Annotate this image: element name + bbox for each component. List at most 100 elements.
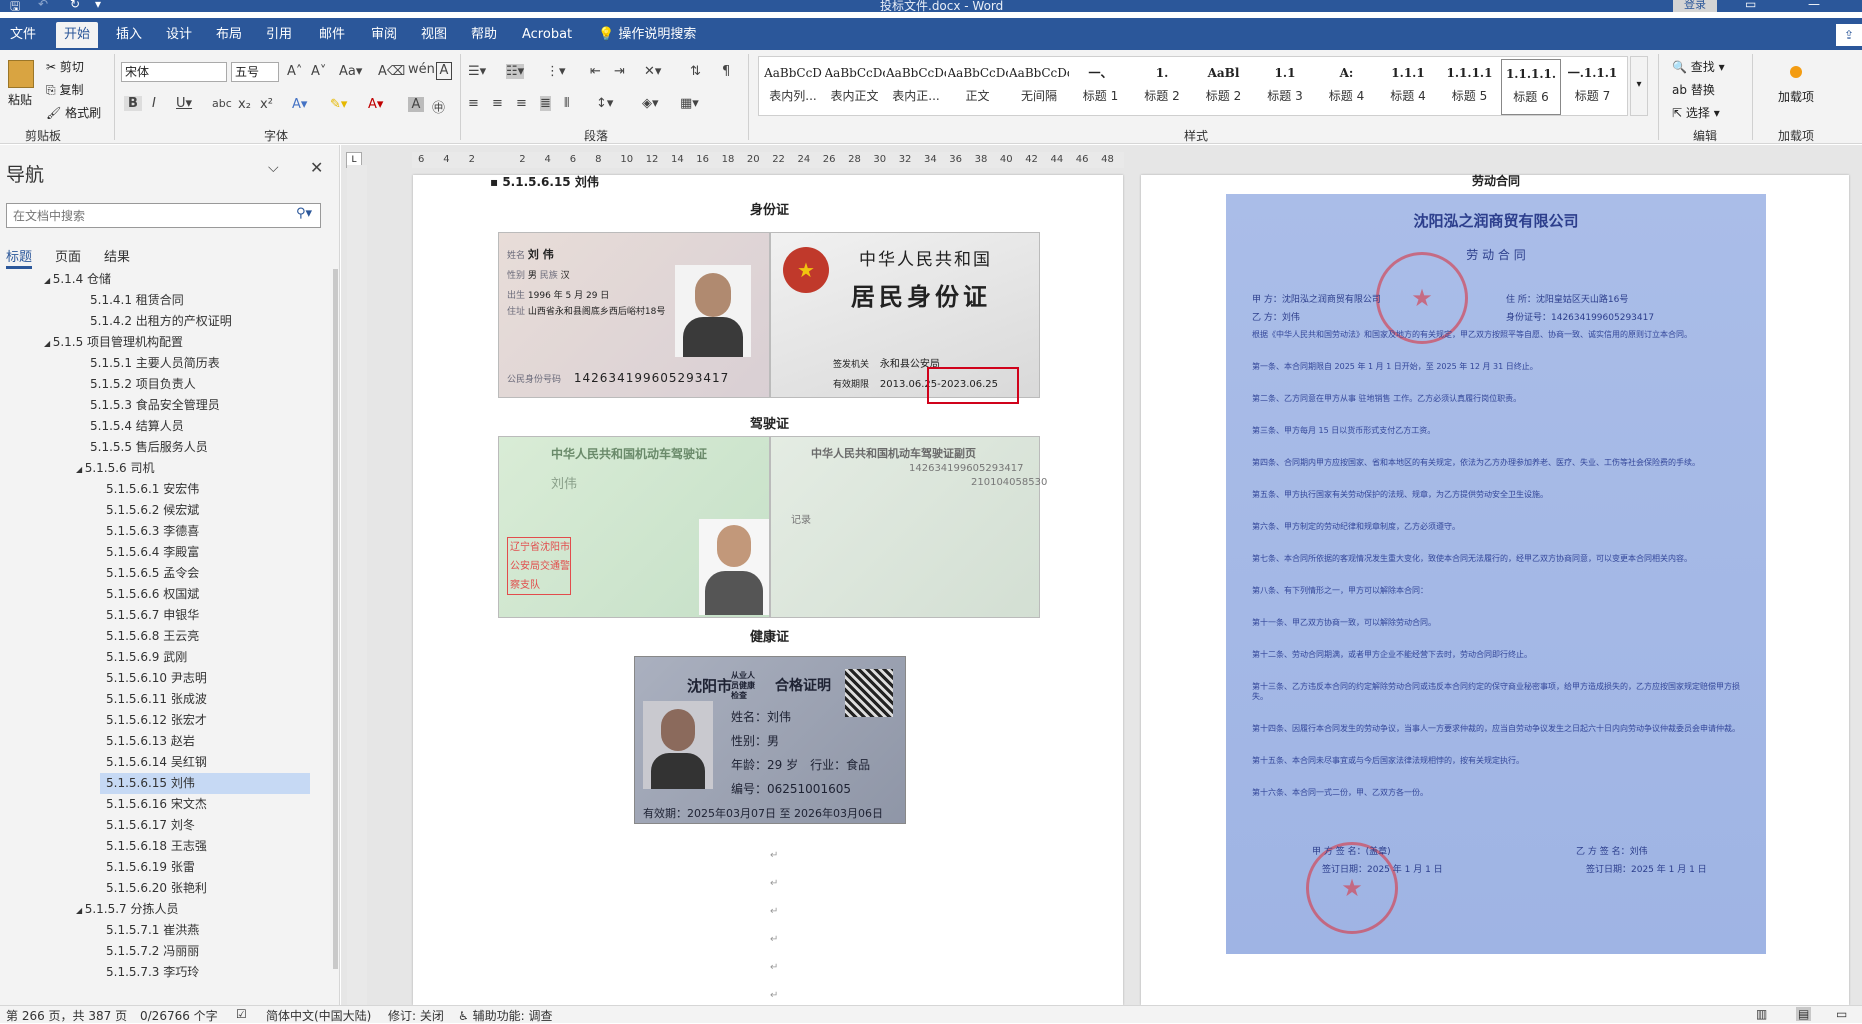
- tab-home[interactable]: 开始: [56, 22, 99, 48]
- nav-heading-item[interactable]: ◢ 5.1.5.6 司机: [0, 458, 330, 479]
- nav-heading-item[interactable]: 5.1.5.6.11 张成波: [0, 689, 330, 710]
- nav-heading-item[interactable]: 5.1.5.5 售后服务人员: [0, 437, 330, 458]
- horizontal-ruler[interactable]: 6 4 2 2 4 6 8 10 12 14 16 18 20 22 24 26 28 30 32 34 36 38 40 4…: [412, 152, 1124, 168]
- find-button[interactable]: 🔍 查找 ▾: [1672, 58, 1725, 75]
- nav-options-icon[interactable]: ⌵: [268, 160, 279, 176]
- clear-format-icon[interactable]: A⌫: [378, 64, 405, 79]
- nav-heading-item[interactable]: 5.1.5.6.17 刘冬: [0, 815, 330, 836]
- increase-indent-icon[interactable]: ⇥: [614, 64, 625, 79]
- bold-icon[interactable]: B: [124, 96, 142, 111]
- paste-icon[interactable]: [8, 60, 34, 88]
- highlight-icon[interactable]: ✎▾: [330, 97, 347, 112]
- tab-review[interactable]: 审阅: [363, 22, 405, 48]
- nav-heading-item[interactable]: 5.1.5.6.13 赵岩: [0, 731, 330, 752]
- style-item[interactable]: 1.1.1.1 标题 5: [1440, 59, 1500, 115]
- collapse-triangle-icon[interactable]: ◢: [44, 276, 53, 285]
- close-icon[interactable]: ✕: [310, 158, 323, 177]
- change-case-icon[interactable]: Aa▾: [339, 64, 362, 79]
- nav-heading-item[interactable]: 5.1.5.6.10 尹志明: [0, 668, 330, 689]
- nav-heading-item[interactable]: 5.1.5.1 主要人员简历表: [0, 353, 330, 374]
- styles-more-icon[interactable]: ▾: [1630, 56, 1648, 116]
- nav-heading-item[interactable]: 5.1.5.6.12 张宏才: [0, 710, 330, 731]
- collapse-triangle-icon[interactable]: ◢: [76, 465, 85, 474]
- font-color-icon[interactable]: A▾: [368, 97, 383, 112]
- customize-qat-icon[interactable]: ▾: [95, 0, 101, 11]
- enclose-char-icon[interactable]: ㊥: [432, 97, 445, 116]
- nav-heading-item[interactable]: ◢ 5.1.4 仓储: [0, 269, 330, 290]
- nav-heading-item[interactable]: 5.1.5.6.6 权国斌: [0, 584, 330, 605]
- nav-heading-item[interactable]: 5.1.5.6.8 王云亮: [0, 626, 330, 647]
- nav-heading-item[interactable]: 5.1.4.1 租赁合同: [0, 290, 330, 311]
- sort-icon[interactable]: ⇅: [690, 64, 701, 79]
- word-count[interactable]: 0/26766 个字: [140, 1007, 218, 1024]
- nav-heading-item[interactable]: 5.1.5.6.5 孟令会: [0, 563, 330, 584]
- tab-layout[interactable]: 布局: [208, 22, 250, 48]
- borders-icon[interactable]: ▦▾: [680, 96, 699, 111]
- style-item[interactable]: AaBl 标题 2: [1194, 59, 1254, 115]
- nav-heading-item[interactable]: ◢ 5.1.5 项目管理机构配置: [0, 332, 330, 353]
- nav-tab-pages[interactable]: 页面: [55, 246, 81, 265]
- nav-heading-item[interactable]: 5.1.4.2 出租方的产权证明: [0, 311, 330, 332]
- nav-heading-item[interactable]: 5.1.5.6.16 宋文杰: [0, 794, 330, 815]
- superscript-icon[interactable]: x²: [260, 97, 273, 112]
- tab-insert[interactable]: 插入: [108, 22, 150, 48]
- tab-mailings[interactable]: 邮件: [311, 22, 353, 48]
- style-item[interactable]: AaBbCcDdI 表内正文: [825, 59, 885, 115]
- tab-design[interactable]: 设计: [158, 22, 200, 48]
- underline-icon[interactable]: U▾: [176, 96, 192, 111]
- text-effects-icon[interactable]: A▾: [292, 97, 307, 112]
- tab-references[interactable]: 引用: [258, 22, 300, 48]
- nav-heading-item[interactable]: 5.1.5.6.20 张艳利: [0, 878, 330, 899]
- style-item[interactable]: AaBbCcDdI 无间隔: [1009, 59, 1069, 115]
- justify-icon[interactable]: ≣: [540, 96, 551, 111]
- addins-icon[interactable]: [1790, 66, 1802, 78]
- nav-heading-item[interactable]: 5.1.5.6.3 李德喜: [0, 521, 330, 542]
- cut-button[interactable]: ✂ 剪切: [46, 58, 84, 75]
- style-item[interactable]: 1.1.1 标题 4: [1378, 59, 1438, 115]
- font-size-select[interactable]: 五号: [231, 62, 279, 82]
- bullets-icon[interactable]: ☰▾: [468, 64, 486, 79]
- shrink-font-icon[interactable]: A˅: [311, 64, 326, 79]
- strikethrough-icon[interactable]: abc: [212, 97, 232, 110]
- nav-scrollbar[interactable]: [333, 269, 338, 969]
- nav-heading-item[interactable]: 5.1.5.6.15 刘伟: [100, 773, 310, 794]
- page-count[interactable]: 第 266 页，共 387 页: [6, 1007, 127, 1024]
- minimize-icon[interactable]: —: [1808, 0, 1820, 11]
- nav-tab-results[interactable]: 结果: [104, 246, 130, 265]
- style-item[interactable]: AaBbCcDdI 正文: [948, 59, 1008, 115]
- search-icon[interactable]: ⚲▾: [296, 206, 312, 221]
- addins-button[interactable]: 加载项: [1776, 90, 1816, 105]
- multilevel-icon[interactable]: ⋮▾: [546, 64, 566, 79]
- tab-view[interactable]: 视图: [413, 22, 455, 48]
- nav-heading-item[interactable]: 5.1.5.6.18 王志强: [0, 836, 330, 857]
- chinese-layout-icon[interactable]: ✕▾: [644, 64, 661, 79]
- nav-heading-item[interactable]: 5.1.5.6.7 申银华: [0, 605, 330, 626]
- style-item[interactable]: 1.1 标题 3: [1255, 59, 1315, 115]
- nav-heading-item[interactable]: 5.1.5.6.1 安宏伟: [0, 479, 330, 500]
- nav-heading-item[interactable]: 5.1.5.6.14 吴红钢: [0, 752, 330, 773]
- nav-heading-item[interactable]: 5.1.5.6.19 张雷: [0, 857, 330, 878]
- print-layout-icon[interactable]: ▤: [1796, 1007, 1812, 1021]
- align-right-icon[interactable]: ≡: [516, 96, 527, 111]
- nav-heading-item[interactable]: 5.1.5.6.9 武刚: [0, 647, 330, 668]
- tab-file[interactable]: 文件: [2, 22, 44, 48]
- read-mode-icon[interactable]: ▥: [1756, 1007, 1767, 1021]
- nav-heading-item[interactable]: 5.1.5.6.4 李殿富: [0, 542, 330, 563]
- shading-icon[interactable]: ◈▾: [642, 96, 659, 111]
- nav-heading-item[interactable]: 5.1.5.7.1 崔洪燕: [0, 920, 330, 941]
- language[interactable]: 简体中文(中国大陆): [266, 1007, 371, 1024]
- style-item[interactable]: AaBbCcDdI 表内正...: [886, 59, 946, 115]
- login-button[interactable]: 登录: [1673, 0, 1717, 12]
- save-icon[interactable]: 🖫: [10, 0, 20, 18]
- redo-icon[interactable]: ↻: [70, 0, 80, 11]
- style-item[interactable]: 1.1.1.1. 标题 6: [1501, 59, 1561, 115]
- subscript-icon[interactable]: x₂: [238, 97, 251, 112]
- nav-heading-item[interactable]: ◢ 5.1.5.7 分拣人员: [0, 899, 330, 920]
- copy-button[interactable]: ⎘ 复制: [46, 81, 83, 98]
- web-layout-icon[interactable]: ▭: [1836, 1007, 1847, 1021]
- phonetic-icon[interactable]: wén: [408, 62, 435, 77]
- nav-heading-item[interactable]: 5.1.5.4 结算人员: [0, 416, 330, 437]
- style-item[interactable]: 一、 标题 1: [1071, 59, 1131, 115]
- tell-me-search[interactable]: 💡 操作说明搜索: [590, 22, 704, 48]
- accessibility[interactable]: ♿ 辅助功能: 调查: [458, 1007, 552, 1024]
